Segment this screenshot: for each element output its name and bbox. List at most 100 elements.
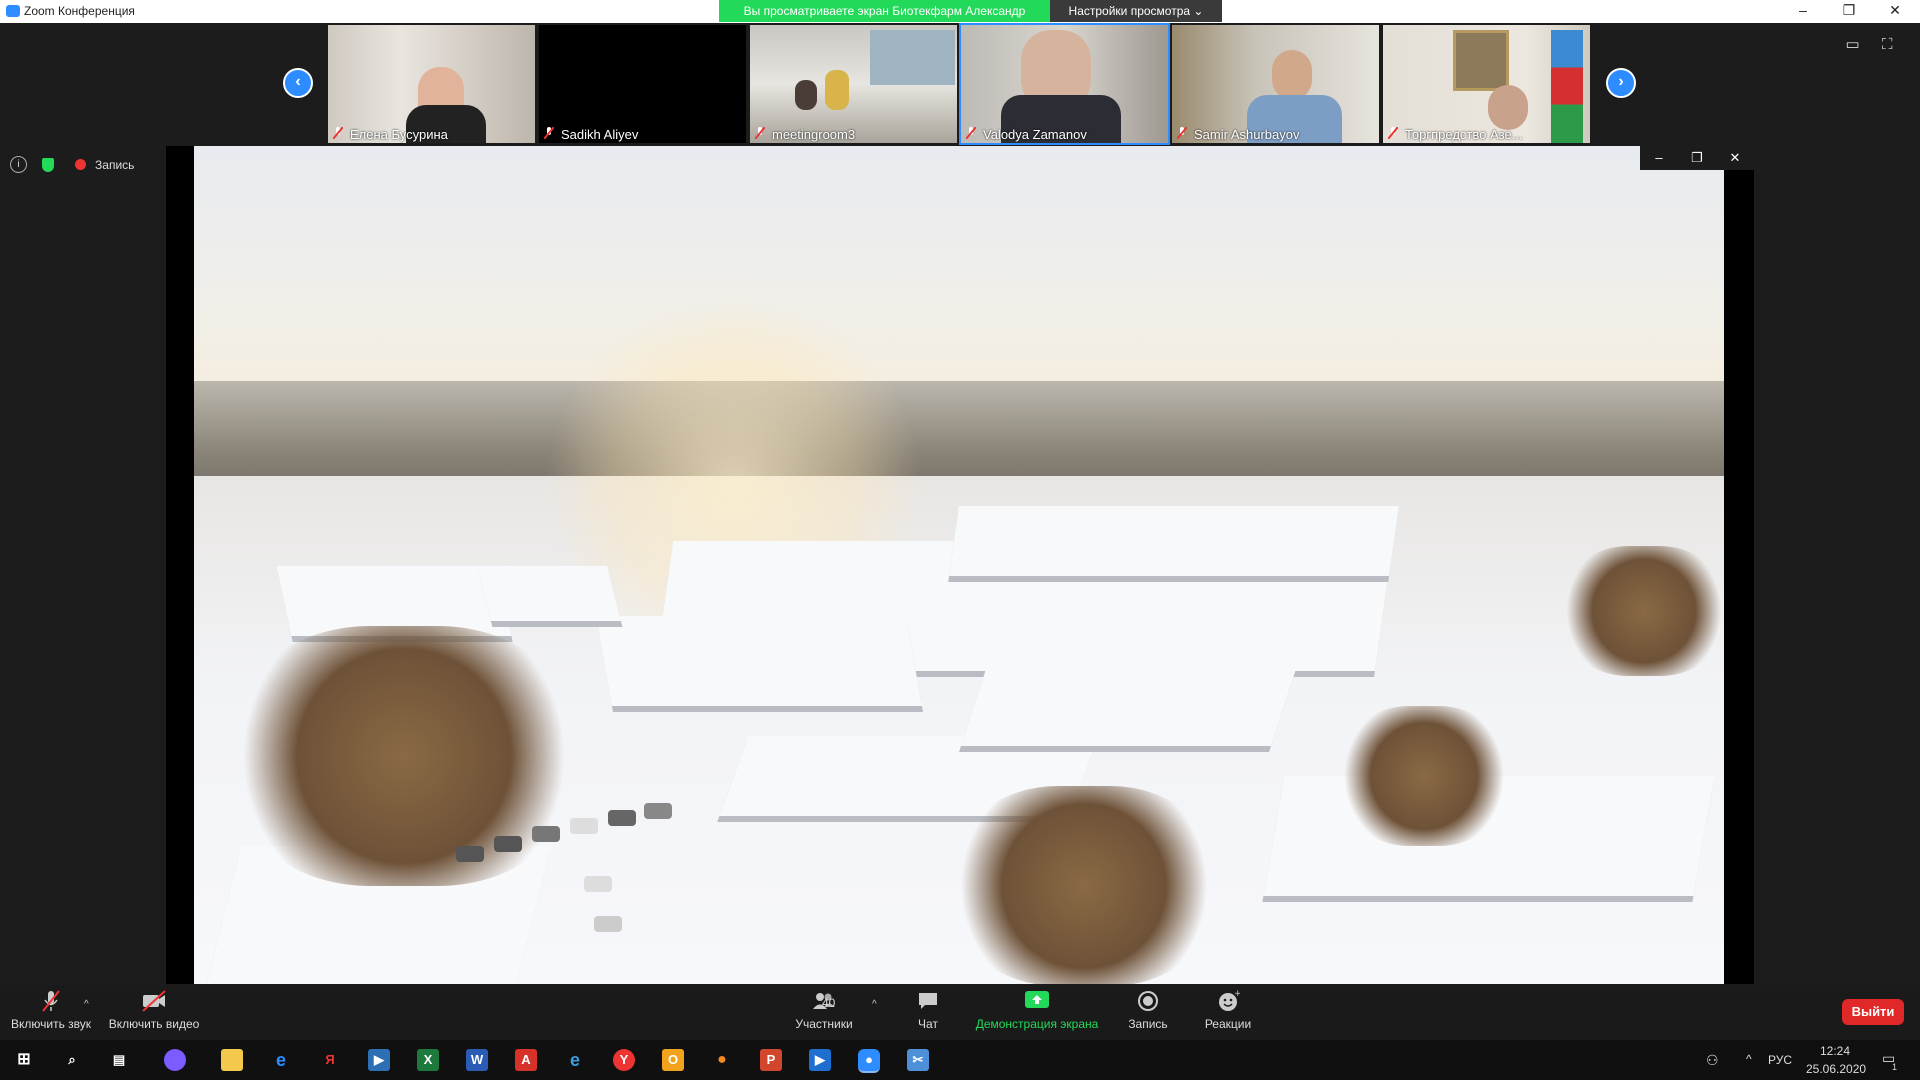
fullscreen-icon[interactable]: ⛶ [1882,36,1900,53]
record-button[interactable]: Запись [1122,989,1174,1031]
recording-label: Запись [95,157,135,172]
window-title: Zoom Конференция [24,4,135,18]
minimize-window-button[interactable]: – [1780,0,1826,22]
next-page-button[interactable]: › [1606,68,1636,98]
internet-explorer-icon[interactable]: e [564,1049,586,1071]
share-restore-button[interactable]: ❐ [1678,146,1716,170]
powerpoint-icon[interactable]: P [760,1049,782,1071]
participant-name: Valodya Zamanov [983,127,1087,142]
word-icon[interactable]: W [466,1049,488,1071]
search-icon[interactable]: ⌕ [61,1049,83,1071]
windows-taskbar: ⊞ ⌕ ▤ e Я ▶ X W A e Y O ● P ▶ ● ✂ ⚇ ^ РУ… [0,1040,1920,1080]
muted-mic-icon [8,989,94,1013]
gallery-view-icon[interactable]: ▭ [1846,35,1864,53]
reactions-label: Реакции [1204,1017,1252,1031]
alice-assistant-icon[interactable] [164,1049,186,1071]
muted-mic-icon [1388,127,1398,139]
flame-app-icon[interactable]: ● [711,1049,733,1071]
edge-browser-icon[interactable]: e [270,1049,292,1071]
chat-button[interactable]: Чат [902,989,954,1031]
unmute-label: Включить звук [10,1017,92,1031]
info-icon[interactable]: i [10,156,27,173]
viewing-share-banner: Вы просматриваете экран Биотекфарм Алекс… [719,0,1050,22]
start-video-label: Включить видео [108,1017,200,1031]
shared-screen-content [194,146,1724,984]
view-controls: ▭ ⛶ [1832,35,1900,54]
participant-name: meetingroom3 [772,127,856,142]
zoom-app-icon [6,5,20,17]
flag-image [1551,30,1583,143]
muted-mic-icon [1177,127,1187,139]
audio-options-caret-icon[interactable]: ^ [84,999,89,1010]
yandex-icon[interactable]: Y [613,1049,635,1071]
meeting-status-row: i Запись [10,156,134,176]
participant-video [1272,50,1312,100]
participant-name: Sadikh Aliyev [561,127,639,142]
share-close-button[interactable]: ✕ [1716,146,1754,170]
screenshot-tool-icon[interactable]: ✂ [907,1049,929,1071]
participant-name: Торгпредство Азе... [1405,127,1523,142]
shared-screen-frame: – ❐ ✕ [166,146,1754,984]
participant-tile[interactable]: Samir Ashurbayov [1172,25,1379,143]
participant-strip: Елена Бусурина Sadikh Aliyev meetingroom… [328,23,1592,145]
participant-video [1488,85,1528,130]
unmute-button[interactable]: Включить звук [8,989,94,1031]
meeting-stage: ‹ Елена Бусурина Sadikh Aliyev meetingro… [0,23,1920,985]
zoom-taskbar-icon[interactable]: ● [858,1049,880,1073]
reactions-button[interactable]: + Реакции [1196,989,1260,1031]
people-icon[interactable]: ⚇ [1706,1052,1719,1069]
meeting-toolbar: Включить звук ^ Включить видео 40 Участн… [0,985,1920,1040]
windows-start-icon[interactable]: ⊞ [13,1049,35,1071]
share-screen-icon [972,989,1102,1013]
participant-tile[interactable]: meetingroom3 [750,25,957,143]
close-window-button[interactable]: ✕ [1872,0,1918,22]
record-icon [1122,989,1174,1013]
outlook-icon[interactable]: O [662,1049,684,1071]
previous-page-button[interactable]: ‹ [283,68,313,98]
participants-icon: 40 [786,989,862,1013]
participants-options-caret-icon[interactable]: ^ [872,999,877,1010]
participant-tile[interactable]: Елена Бусурина [328,25,535,143]
chat-bubble-icon [902,989,954,1013]
input-language[interactable]: РУС [1768,1053,1792,1067]
svg-text:+: + [1234,989,1240,999]
clock-date[interactable]: 25.06.2020 [1806,1062,1866,1076]
participants-count: 40 [822,996,836,1010]
media-app-icon[interactable]: ▶ [809,1049,831,1071]
record-label: Запись [1128,1017,1168,1031]
share-screen-button[interactable]: Демонстрация экрана [972,989,1102,1031]
participant-tile-active-speaker[interactable]: Valodya Zamanov [959,23,1170,145]
participant-video [795,80,817,110]
participants-label: Участники [795,1017,853,1031]
yandex-browser-icon[interactable]: Я [319,1049,341,1071]
participant-name: Елена Бусурина [350,127,448,142]
excel-icon[interactable]: X [417,1049,439,1071]
participant-tile[interactable]: Sadikh Aliyev [539,25,746,143]
share-minimize-button[interactable]: – [1640,146,1678,170]
muted-mic-icon [755,127,765,139]
recording-dot-icon [74,159,86,170]
muted-mic-icon [544,127,554,139]
chevron-left-icon: ‹ [295,73,301,90]
notifications-count: 1 [1892,1062,1898,1072]
participant-name: Samir Ashurbayov [1194,127,1300,142]
muted-mic-icon [966,127,976,139]
leave-meeting-button[interactable]: Выйти [1842,999,1904,1025]
smiley-icon: + [1196,989,1260,1013]
chat-label: Чат [918,1017,938,1031]
file-explorer-icon[interactable] [221,1049,243,1071]
start-video-button[interactable]: Включить видео [106,989,202,1031]
view-options-button[interactable]: Настройки просмотра ⌄ [1050,0,1222,22]
video-off-icon [106,989,202,1013]
chevron-right-icon: › [1618,73,1624,90]
clock-time[interactable]: 12:24 [1820,1044,1850,1058]
acrobat-icon[interactable]: A [515,1049,537,1071]
encryption-shield-icon[interactable] [42,157,55,172]
media-player-icon[interactable]: ▶ [368,1049,390,1071]
participants-button[interactable]: 40 Участники [786,989,862,1031]
tray-expand-chevron-icon[interactable]: ^ [1746,1052,1752,1066]
task-view-icon[interactable]: ▤ [108,1049,130,1071]
participant-tile[interactable]: Торгпредство Азе... [1383,25,1590,143]
restore-window-button[interactable]: ❐ [1826,0,1872,22]
muted-mic-icon [333,127,343,139]
